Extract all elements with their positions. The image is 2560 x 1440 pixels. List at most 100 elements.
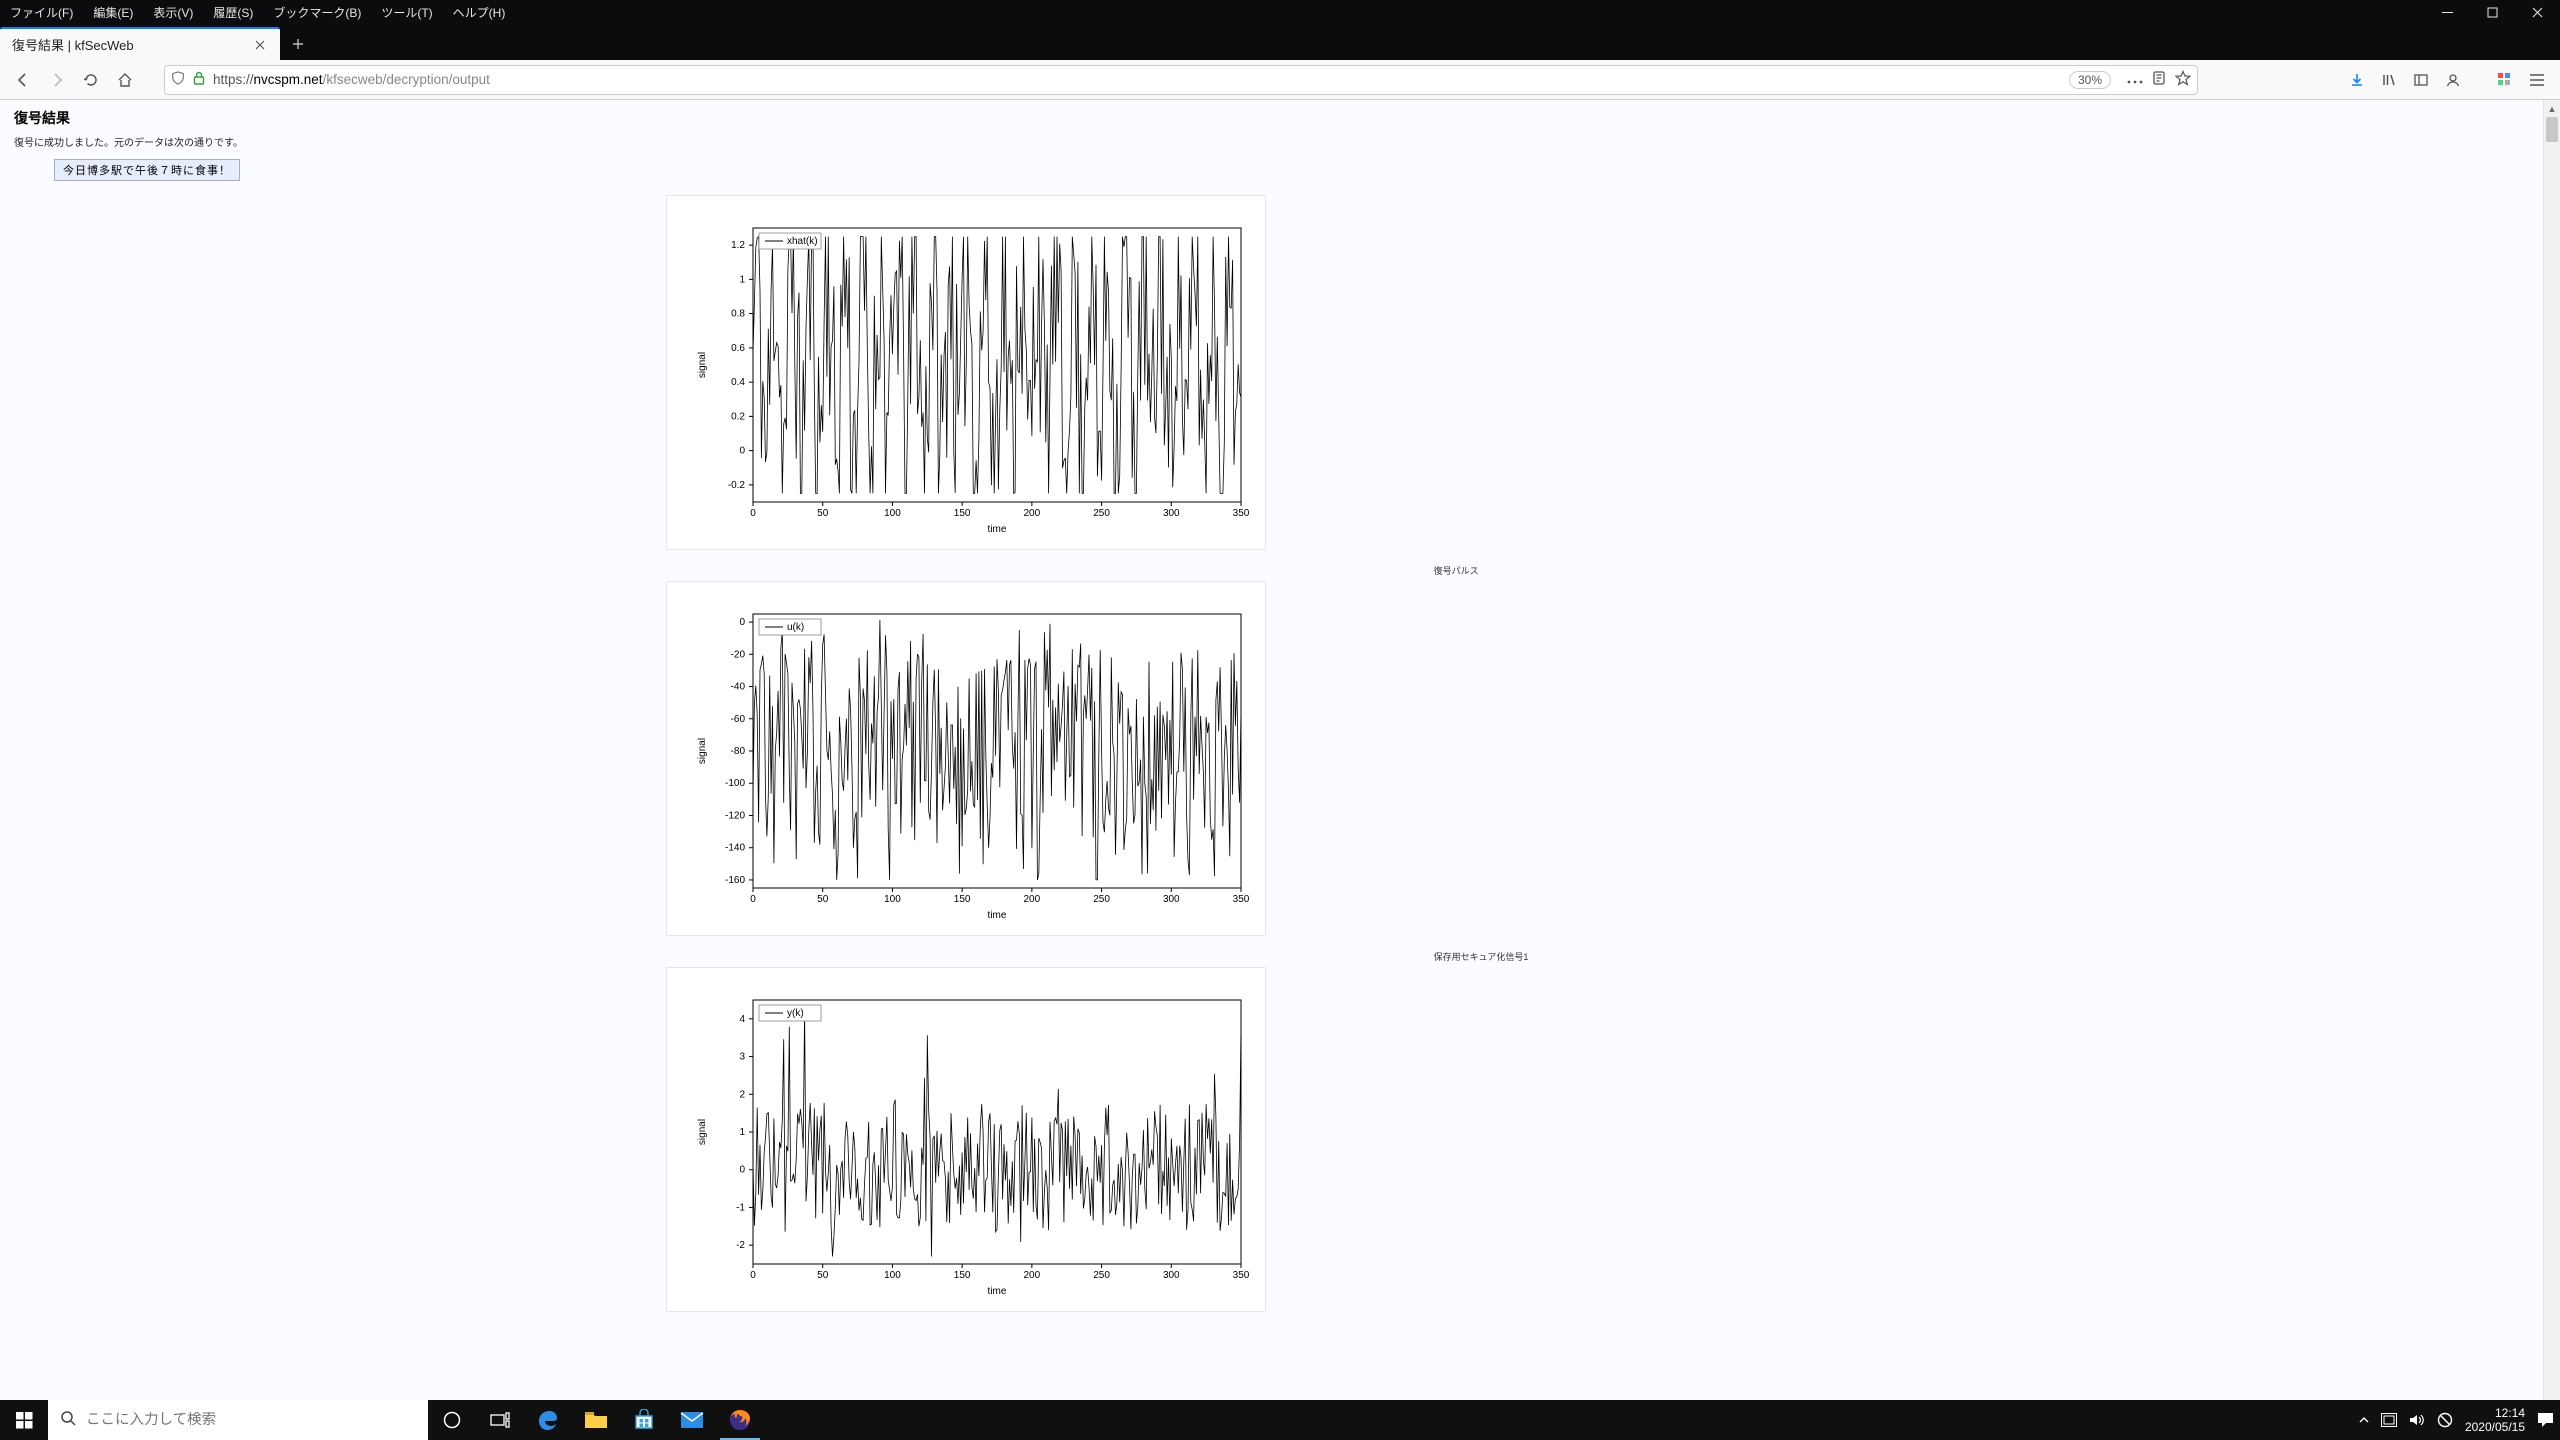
svg-text:-120: -120	[725, 810, 745, 821]
edge-icon[interactable]	[524, 1400, 572, 1440]
svg-text:100: 100	[884, 1270, 901, 1281]
svg-text:350: 350	[1232, 508, 1249, 519]
svg-text:-60: -60	[730, 714, 745, 725]
zoom-indicator[interactable]: 30%	[2069, 71, 2111, 89]
svg-text:250: 250	[1093, 894, 1110, 905]
firefox-icon[interactable]	[716, 1400, 764, 1440]
result-note: 復号に成功しました。元のデータは次の通りです。	[14, 134, 2546, 149]
caption-1: 復号パルス	[1434, 564, 2560, 577]
svg-text:0: 0	[739, 617, 745, 628]
back-button[interactable]	[8, 65, 38, 95]
menu-history[interactable]: 履歴(S)	[203, 2, 263, 23]
svg-text:200: 200	[1023, 508, 1040, 519]
svg-text:200: 200	[1023, 1270, 1040, 1281]
svg-text:-80: -80	[730, 746, 745, 757]
app-menu-button[interactable]	[2522, 65, 2552, 95]
svg-text:signal: signal	[697, 352, 708, 378]
menu-view[interactable]: 表示(V)	[143, 2, 203, 23]
taskbar-search-input[interactable]	[86, 1412, 416, 1428]
svg-text:150: 150	[953, 508, 970, 519]
action-center-icon[interactable]	[2537, 1412, 2554, 1428]
caption-2: 保存用セキュア化信号1	[1434, 950, 2560, 963]
svg-text:100: 100	[884, 894, 901, 905]
svg-text:0.8: 0.8	[731, 309, 745, 320]
svg-text:-160: -160	[725, 875, 745, 886]
svg-text:xhat(k): xhat(k)	[787, 236, 818, 247]
svg-text:time: time	[987, 910, 1006, 921]
svg-text:300: 300	[1163, 894, 1180, 905]
home-button[interactable]	[110, 65, 140, 95]
taskbar-search[interactable]	[48, 1400, 428, 1440]
extension-button[interactable]	[2490, 65, 2520, 95]
menu-file[interactable]: ファイル(F)	[0, 2, 83, 23]
menu-tools[interactable]: ツール(T)	[371, 2, 442, 23]
svg-text:250: 250	[1093, 508, 1110, 519]
mail-icon[interactable]	[668, 1400, 716, 1440]
svg-text:-140: -140	[725, 843, 745, 854]
svg-text:0: 0	[739, 1165, 745, 1176]
window-maximize-button[interactable]	[2470, 0, 2515, 25]
scroll-thumb[interactable]	[2546, 117, 2558, 142]
shield-icon[interactable]	[171, 71, 185, 88]
url-bar[interactable]: https://nvcspm.net/kfsecweb/decryption/o…	[164, 65, 2198, 95]
tab-close-button[interactable]	[252, 37, 268, 53]
file-explorer-icon[interactable]	[572, 1400, 620, 1440]
url-text: https://nvcspm.net/kfsecweb/decryption/o…	[213, 72, 2061, 87]
scroll-up-button[interactable]: ▲	[2544, 100, 2560, 117]
svg-text:0: 0	[750, 508, 756, 519]
downloads-button[interactable]	[2342, 65, 2372, 95]
svg-text:-100: -100	[725, 778, 745, 789]
account-button[interactable]	[2438, 65, 2468, 95]
svg-text:time: time	[987, 1286, 1006, 1297]
library-button[interactable]	[2374, 65, 2404, 95]
svg-text:2: 2	[739, 1089, 745, 1100]
page-content: 復号結果 復号に成功しました。元のデータは次の通りです。 今日博多駅で午後７時に…	[0, 100, 2560, 1440]
browser-tab[interactable]: 復号結果 | kfSecWeb	[0, 27, 280, 60]
svg-text:350: 350	[1232, 1270, 1249, 1281]
svg-text:time: time	[987, 524, 1006, 535]
menu-bookmark[interactable]: ブックマーク(B)	[263, 2, 371, 23]
plot-1: -0.200.20.40.60.811.20501001502002503003…	[666, 195, 1266, 550]
cortana-button[interactable]	[428, 1400, 476, 1440]
svg-text:1: 1	[739, 274, 745, 285]
page-actions-ellipsis-icon[interactable]	[2127, 72, 2143, 87]
lock-icon[interactable]	[193, 71, 205, 88]
new-tab-button[interactable]	[280, 27, 315, 60]
store-icon[interactable]	[620, 1400, 668, 1440]
menu-edit[interactable]: 編集(E)	[83, 2, 143, 23]
tab-strip: 復号結果 | kfSecWeb	[0, 25, 2560, 60]
forward-button[interactable]	[42, 65, 72, 95]
svg-text:50: 50	[817, 894, 829, 905]
svg-text:1: 1	[739, 1127, 745, 1138]
menu-help[interactable]: ヘルプ(H)	[443, 2, 516, 23]
ime-icon[interactable]	[2381, 1413, 2397, 1427]
network-blocked-icon[interactable]	[2437, 1412, 2453, 1428]
vertical-scrollbar[interactable]: ▲ ▼	[2543, 100, 2560, 1440]
bookmark-star-icon[interactable]	[2175, 70, 2191, 89]
svg-text:-20: -20	[730, 649, 745, 660]
window-close-button[interactable]	[2515, 0, 2560, 25]
svg-text:50: 50	[817, 1270, 829, 1281]
svg-text:300: 300	[1163, 508, 1180, 519]
svg-text:100: 100	[884, 508, 901, 519]
volume-icon[interactable]	[2409, 1413, 2425, 1427]
svg-text:0: 0	[750, 894, 756, 905]
system-tray: 12:14 2020/05/15	[2359, 1400, 2560, 1440]
svg-text:-40: -40	[730, 682, 745, 693]
svg-text:0: 0	[739, 446, 745, 457]
svg-text:signal: signal	[697, 1119, 708, 1145]
tray-overflow-icon[interactable]	[2359, 1416, 2369, 1424]
svg-text:200: 200	[1023, 894, 1040, 905]
reader-mode-icon[interactable]	[2151, 70, 2167, 89]
start-button[interactable]	[0, 1400, 48, 1440]
svg-text:0.4: 0.4	[731, 377, 745, 388]
svg-text:4: 4	[739, 1014, 745, 1025]
svg-text:350: 350	[1232, 894, 1249, 905]
sidebar-toggle-button[interactable]	[2406, 65, 2436, 95]
clock[interactable]: 12:14 2020/05/15	[2465, 1406, 2525, 1435]
window-minimize-button[interactable]	[2425, 0, 2470, 25]
task-view-button[interactable]	[476, 1400, 524, 1440]
reload-button[interactable]	[76, 65, 106, 95]
svg-text:-2: -2	[736, 1240, 745, 1251]
svg-text:signal: signal	[697, 738, 708, 764]
